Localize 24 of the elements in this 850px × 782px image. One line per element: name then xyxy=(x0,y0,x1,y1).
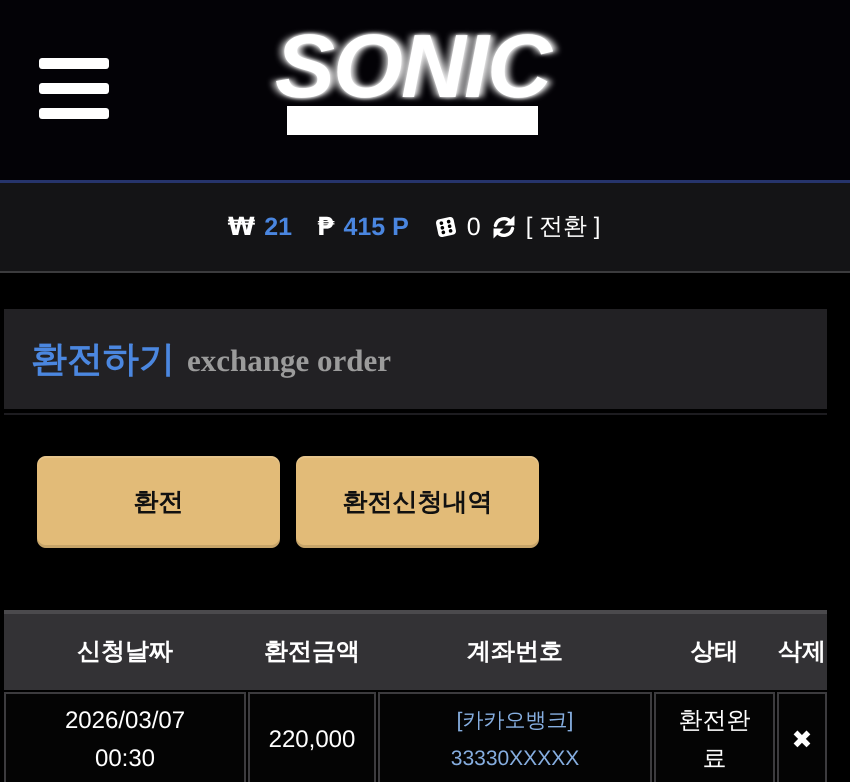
column-header: 신청날짜 xyxy=(77,637,173,667)
balance-amount: 21 xyxy=(264,212,292,242)
logo-text[interactable]: SONIC xyxy=(267,28,558,106)
column-header: 계좌번호 xyxy=(467,637,563,667)
request-history-button[interactable]: 환전신청내역 xyxy=(296,456,539,548)
column-header: 환전금액 xyxy=(264,637,360,667)
refresh-icon[interactable] xyxy=(490,214,517,240)
table-cell: 환전완료 xyxy=(654,692,775,782)
page-title: 환전하기 xyxy=(31,337,175,381)
delete-button[interactable]: ✖ xyxy=(792,725,812,755)
table-cell: 220,000 xyxy=(248,692,376,782)
table-cell: 2026/03/07 00:30 xyxy=(4,692,246,782)
currency-symbol: ₩ xyxy=(228,212,256,242)
dice-count: 0 xyxy=(466,212,481,242)
balance-amount: 415 P xyxy=(343,212,409,242)
column-header: 삭제 xyxy=(778,637,826,667)
menu-icon[interactable] xyxy=(39,58,109,119)
column-header: 상태 xyxy=(690,637,738,667)
account-number: 33330XXXXX xyxy=(450,746,580,772)
currency-symbol: ₱ xyxy=(317,212,334,242)
switch-link[interactable]: [ 전환 ] xyxy=(526,212,600,242)
page-subtitle: exchange order xyxy=(187,342,392,380)
bank-name: [카카오뱅크] xyxy=(456,708,574,734)
exchange-button[interactable]: 환전 xyxy=(37,456,280,548)
